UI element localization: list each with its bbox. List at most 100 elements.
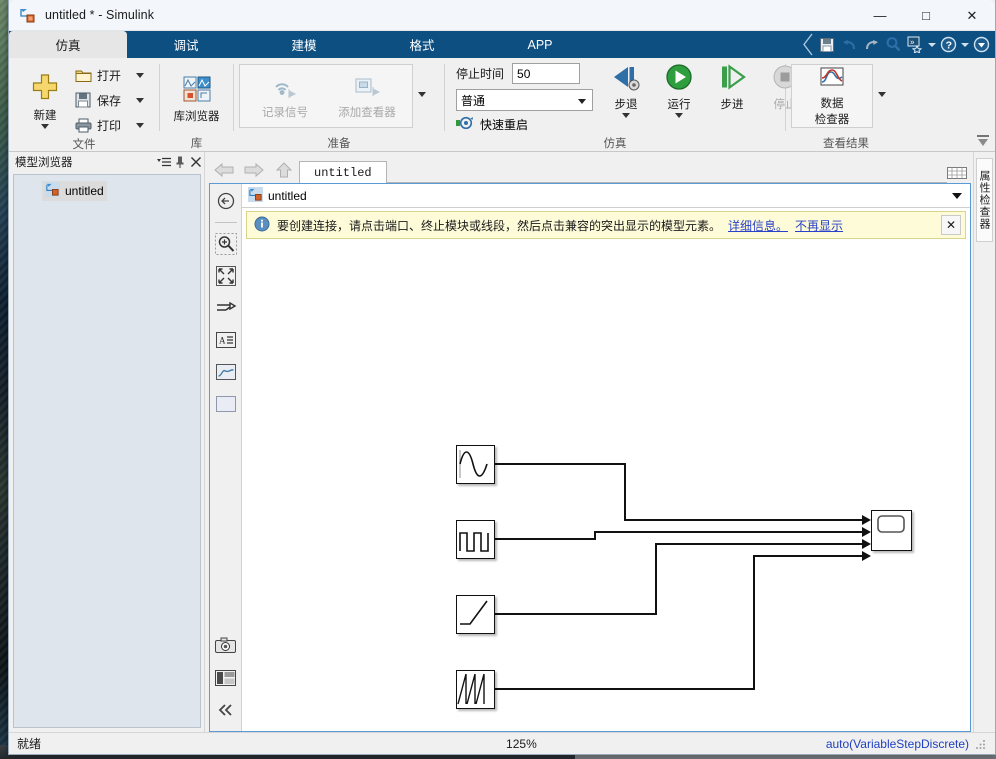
fit-to-view-icon[interactable]	[215, 265, 237, 287]
qat-divider	[801, 32, 815, 57]
status-state: 就绪	[17, 737, 42, 751]
ribbon-collapse-icon[interactable]	[975, 133, 991, 149]
editor-tab-strip: untitled	[209, 156, 973, 183]
add-viewer-label: 添加查看器	[338, 106, 396, 119]
status-bar: 就绪 125% auto(VariableStepDiscrete)	[9, 732, 995, 754]
search-icon[interactable]	[883, 35, 903, 55]
image-icon[interactable]	[215, 361, 237, 383]
wire-pulse-h2	[594, 531, 864, 533]
close-button[interactable]: ✕	[949, 0, 995, 31]
editor-main: untitled 要创建连接，请点击端口、终止模块或线段，然后点击兼容的突出显示…	[242, 184, 970, 731]
wire-saw-v	[753, 555, 755, 690]
run-icon	[663, 63, 695, 96]
tab-modeling[interactable]: 建模	[245, 31, 363, 58]
help-icon[interactable]: ?	[938, 35, 958, 55]
save-button[interactable]: 保存	[74, 88, 144, 112]
maximize-button[interactable]: □	[903, 0, 949, 31]
ribbon-group-library: 库浏览器 库	[160, 58, 233, 152]
log-signals-button[interactable]: 记录信号	[244, 73, 326, 120]
ramp-block[interactable]	[456, 595, 495, 634]
pulse-generator-block[interactable]	[456, 520, 495, 559]
prepare-expand-chevron-icon[interactable]	[413, 64, 431, 124]
breadcrumb-label: untitled	[268, 188, 307, 203]
property-inspector-tab[interactable]: 属性检查器	[976, 158, 993, 242]
info-details-link[interactable]: 详细信息。	[728, 217, 788, 234]
sine-wave-block[interactable]	[456, 445, 495, 484]
annotation-icon[interactable]: A	[215, 329, 237, 351]
data-inspector-button[interactable]: 数据 检查器	[796, 66, 868, 127]
report-icon[interactable]	[215, 667, 237, 689]
more-options-icon[interactable]	[971, 35, 991, 55]
simulation-mode-select[interactable]: 普通	[456, 89, 593, 111]
step-forward-button[interactable]: 步进	[707, 63, 757, 112]
add-viewer-button[interactable]: 添加查看器	[326, 73, 408, 120]
model-browser-tree[interactable]: untitled	[13, 174, 201, 728]
print-chevron-down-icon[interactable]	[136, 123, 144, 128]
open-button[interactable]: 打开	[74, 63, 144, 87]
info-dismiss-link[interactable]: 不再显示	[795, 217, 843, 234]
run-button[interactable]: 运行	[654, 63, 704, 118]
editor-frame: A untitled 要创建连接，请点击端口、终止模块或线段，然后点击兼容的突出…	[209, 183, 971, 732]
breadcrumb-chevron-down-icon[interactable]	[950, 189, 964, 203]
status-solver[interactable]: auto(VariableStepDiscrete)	[826, 737, 969, 751]
tab-simulation[interactable]: 仿真	[9, 31, 127, 58]
minimize-button[interactable]: —	[857, 0, 903, 31]
up-arrow-icon[interactable]	[269, 157, 299, 183]
svg-text:A: A	[219, 336, 226, 346]
run-button-label: 运行	[667, 99, 691, 111]
favorites-chevron-down-icon[interactable]	[927, 35, 936, 55]
editor-tab-untitled[interactable]: untitled	[299, 161, 387, 183]
redo-icon[interactable]	[861, 35, 881, 55]
resize-grip-icon[interactable]	[975, 738, 987, 750]
signal-routing-icon[interactable]	[215, 297, 237, 319]
arrow-scope-in-2	[862, 527, 871, 537]
pin-icon[interactable]	[172, 154, 188, 170]
tab-debug[interactable]: 调试	[127, 31, 245, 58]
favorites-icon[interactable]: »	[905, 35, 925, 55]
save-chevron-down-icon[interactable]	[136, 98, 144, 103]
forward-arrow-icon[interactable]	[239, 157, 269, 183]
run-chevron-down-icon[interactable]	[654, 113, 704, 118]
fast-restart-label: 快速重启	[480, 118, 529, 132]
library-browser-button[interactable]: 库浏览器	[165, 73, 228, 124]
tree-item-untitled[interactable]: untitled	[42, 181, 107, 201]
print-button-label: 打印	[97, 118, 122, 133]
stop-time-input[interactable]	[512, 63, 581, 84]
navigate-back-icon[interactable]	[215, 190, 237, 212]
undo-icon[interactable]	[839, 35, 859, 55]
print-button[interactable]: 打印	[74, 113, 144, 137]
step-back-button[interactable]: 步退	[601, 63, 651, 118]
sawtooth-block[interactable]	[456, 670, 495, 709]
scope-block[interactable]	[871, 510, 912, 551]
help-chevron-down-icon[interactable]	[960, 35, 969, 55]
status-zoom[interactable]: 125%	[217, 737, 826, 751]
tree-item-label: untitled	[65, 184, 104, 198]
zoom-in-icon[interactable]	[214, 233, 237, 255]
open-chevron-down-icon[interactable]	[136, 73, 144, 78]
tab-format[interactable]: 格式	[363, 31, 481, 58]
collapse-icon[interactable]	[215, 699, 237, 721]
menu-icon[interactable]	[156, 154, 172, 170]
add-viewer-icon	[352, 73, 382, 104]
new-button[interactable]: 新建	[22, 70, 68, 129]
arrow-scope-in-3	[862, 539, 871, 549]
results-expand-chevron-icon[interactable]	[873, 64, 891, 124]
save-icon[interactable]	[817, 35, 837, 55]
tab-apps[interactable]: APP	[481, 31, 599, 58]
simulink-app-icon	[19, 6, 37, 24]
grid-layout-icon[interactable]	[947, 163, 969, 183]
ribbon-group-results: 数据 检查器 查看结果	[786, 58, 906, 152]
data-inspector-icon	[818, 66, 846, 95]
property-inspector-strip: 属性检查器	[973, 152, 995, 732]
new-chevron-down-icon[interactable]	[22, 124, 68, 129]
camera-icon[interactable]	[215, 635, 237, 657]
close-icon[interactable]	[188, 154, 204, 170]
wire-saw-h1	[495, 688, 755, 690]
back-arrow-icon[interactable]	[209, 157, 239, 183]
wire-sine-h1	[495, 463, 626, 465]
fast-restart-button[interactable]: 快速重启	[456, 116, 593, 133]
area-icon[interactable]	[215, 393, 237, 415]
info-close-button[interactable]: ✕	[941, 215, 961, 235]
step-back-chevron-down-icon[interactable]	[601, 113, 651, 118]
model-canvas[interactable]	[246, 243, 966, 727]
